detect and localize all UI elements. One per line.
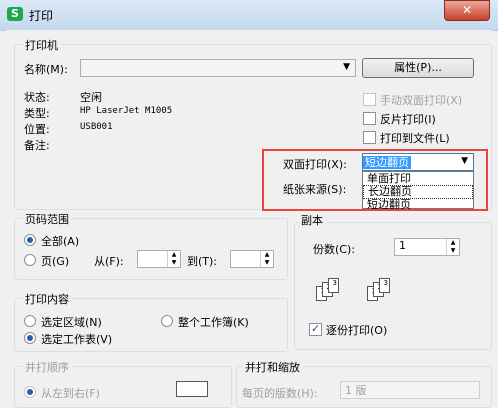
collate-illustration-icon: 1 2 3 <box>316 278 350 308</box>
left-to-right-label: 从左到右(F) <box>41 387 100 400</box>
collate-label: 逐份打印(O) <box>326 324 388 337</box>
left-to-right-radio[interactable] <box>24 386 36 398</box>
workbook-label: 整个工作簿(K) <box>178 316 249 329</box>
duplex-option[interactable]: 短边翻页 <box>363 199 473 211</box>
order-preview-icon <box>176 381 208 397</box>
pages-per-sheet-label: 每页的版数(H): <box>242 387 318 400</box>
type-label: 类型: <box>24 107 50 120</box>
scaling-group-label: 并打和缩放 <box>242 359 303 375</box>
duplex-options-list: 单面打印 长边翻页 短边翻页 <box>362 171 474 211</box>
print-to-file-checkbox[interactable] <box>363 131 376 144</box>
duplex-option[interactable]: 单面打印 <box>363 173 473 185</box>
all-pages-radio[interactable] <box>24 234 36 246</box>
selection-label: 选定区域(N) <box>41 316 102 329</box>
print-content-group-label: 打印内容 <box>22 291 72 307</box>
location-label: 位置: <box>24 123 50 136</box>
window-title: 打印 <box>29 9 54 23</box>
pages-per-sheet-value: 1 版 <box>345 384 367 397</box>
duplex-option-highlighted[interactable]: 长边翻页 <box>363 185 473 199</box>
page-range-group-label: 页码范围 <box>22 211 72 227</box>
wps-app-icon: S <box>7 7 23 21</box>
copies-count-value: 1 <box>399 239 406 252</box>
reverse-print-label: 反片打印(I) <box>380 113 436 126</box>
pages-radio[interactable] <box>24 254 36 266</box>
paper-source-label: 纸张来源(S): <box>283 183 347 196</box>
active-sheet-label: 选定工作表(V) <box>41 333 113 346</box>
copies-count-input[interactable]: 1 ▲ ▼ <box>394 238 460 256</box>
close-button[interactable]: ✕ <box>444 0 490 21</box>
active-sheet-radio[interactable] <box>24 332 36 344</box>
printer-name-select[interactable]: ▼ <box>80 59 356 77</box>
copies-group-label: 副本 <box>298 212 326 228</box>
chevron-down-icon: ▼ <box>461 156 468 166</box>
from-label: 从(F): <box>94 255 124 268</box>
properties-button[interactable]: 属性(P)... <box>362 58 474 78</box>
page-range-group <box>14 218 288 280</box>
from-page-input[interactable]: ▲ ▼ <box>137 250 181 268</box>
spinner-arrows-icon[interactable]: ▲ ▼ <box>260 251 273 267</box>
printer-name-label: 名称(M): <box>24 63 68 76</box>
print-order-group-label: 并打顺序 <box>22 359 72 375</box>
location-value: USB001 <box>80 122 113 132</box>
reverse-print-checkbox[interactable] <box>363 112 376 125</box>
manual-duplex-label: 手动双面打印(X) <box>380 94 463 107</box>
type-value: HP LaserJet M1005 <box>80 106 173 116</box>
duplex-selected-value: 短边翻页 <box>363 156 411 169</box>
spinner-arrows-icon[interactable]: ▲ ▼ <box>446 239 459 255</box>
manual-duplex-checkbox[interactable] <box>363 93 376 106</box>
status-label: 状态: <box>24 91 50 104</box>
title-bar <box>0 0 498 31</box>
chevron-down-icon: ▼ <box>343 62 350 72</box>
spinner-arrows-icon[interactable]: ▲ ▼ <box>167 251 180 267</box>
duplex-label: 双面打印(X): <box>283 158 347 171</box>
copies-count-label: 份数(C): <box>313 243 355 256</box>
to-page-input[interactable]: ▲ ▼ <box>230 250 274 268</box>
workbook-radio[interactable] <box>161 315 173 327</box>
selection-radio[interactable] <box>24 315 36 327</box>
print-to-file-label: 打印到文件(L) <box>380 132 450 145</box>
printer-group-label: 打印机 <box>22 37 61 53</box>
collate-checkbox[interactable] <box>309 322 322 336</box>
comment-label: 备注: <box>24 139 50 152</box>
pages-per-sheet-select[interactable]: 1 版 <box>340 381 480 399</box>
pages-label: 页(G) <box>41 255 70 268</box>
to-label: 到(T): <box>187 255 218 268</box>
status-value: 空闲 <box>80 91 102 104</box>
duplex-select[interactable]: 短边翻页 ▼ <box>362 153 474 171</box>
collate-illustration-icon: 1 2 3 <box>367 278 401 308</box>
all-pages-label: 全部(A) <box>41 235 80 248</box>
